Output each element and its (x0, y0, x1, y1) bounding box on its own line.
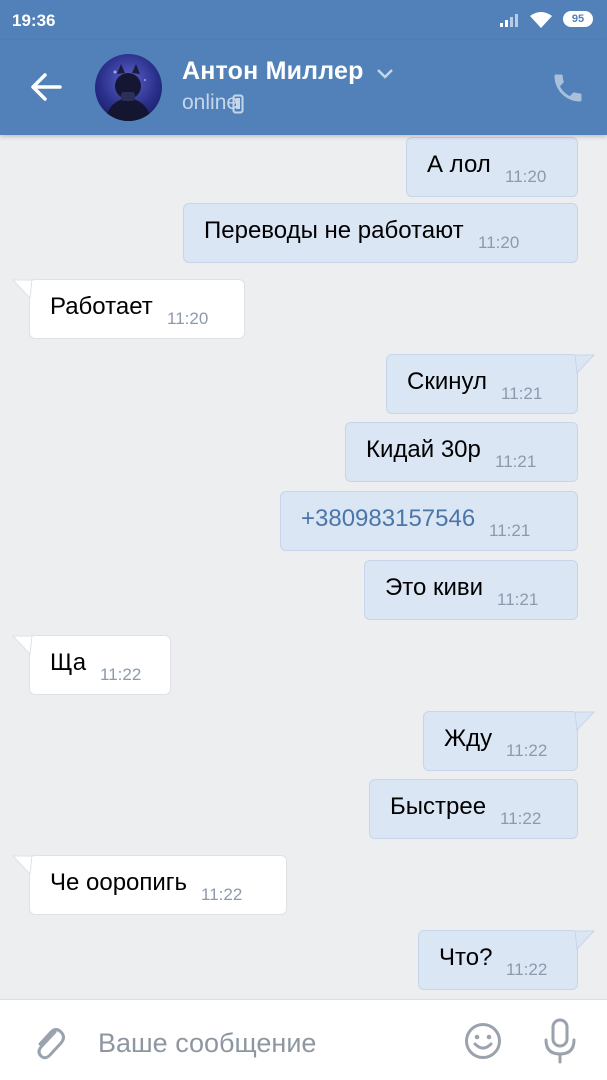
message-text: Переводы не работают (204, 217, 464, 244)
message-time: 11:20 (478, 233, 520, 252)
microphone-button[interactable] (542, 1018, 578, 1064)
message-time: 11:20 (505, 167, 547, 186)
incoming-message-bubble[interactable]: Ща 11:22 (12, 635, 171, 695)
message-phone-link[interactable]: +380983157546 (301, 505, 475, 533)
message-list[interactable]: А лол 11:20 Переводы не работают 11:20 Работ… (0, 135, 607, 999)
outgoing-message-bubble[interactable]: Что? 11:22 (418, 930, 595, 990)
outgoing-message-bubble[interactable]: Скинул 11:21 (386, 354, 595, 414)
status-bar: 19:36 95 (0, 0, 607, 40)
avatar-image (105, 64, 152, 121)
message-composer (0, 999, 607, 1080)
phone-icon (554, 74, 582, 102)
outgoing-message-bubble[interactable]: +380983157546 11:21 (280, 491, 578, 551)
message-time: 11:22 (201, 885, 243, 904)
outgoing-message-bubble[interactable]: Кидай 30р 11:21 (345, 422, 578, 482)
message-time: 11:22 (506, 960, 548, 979)
incoming-message-bubble[interactable]: Работает 11:20 (12, 279, 245, 339)
message-text: Скинул (407, 368, 487, 395)
outgoing-message-bubble[interactable]: Это киви 11:21 (364, 560, 578, 620)
battery-icon: 95 (563, 11, 593, 27)
message-time: 11:22 (500, 809, 542, 828)
message-text: Это киви (385, 574, 484, 601)
outgoing-message-bubble[interactable]: Быстрее 11:22 (369, 779, 578, 839)
message-text: Быстрее (390, 793, 487, 820)
message-text: Жду (444, 725, 493, 752)
message-time: 11:21 (489, 521, 531, 540)
avatar[interactable] (95, 54, 162, 121)
message-time: 11:21 (497, 590, 539, 609)
message-text: Что? (439, 944, 493, 971)
bubble-tail (12, 635, 32, 655)
call-button[interactable] (550, 70, 586, 106)
back-button[interactable] (26, 67, 66, 107)
wifi-icon (530, 12, 552, 28)
bubble-tail (12, 855, 32, 875)
message-text: А лол (427, 151, 491, 178)
bubble-tail (575, 930, 595, 950)
message-time: 11:21 (495, 452, 537, 471)
bubble-tail (12, 279, 32, 299)
contact-status: online (182, 91, 239, 114)
microphone-icon (544, 1018, 576, 1064)
message-text: Кидай 30р (366, 436, 481, 463)
emoji-button[interactable] (463, 1021, 503, 1061)
message-time: 11:21 (501, 384, 543, 403)
status-time: 19:36 (12, 11, 56, 30)
attach-button[interactable] (28, 1020, 68, 1064)
message-time: 11:20 (167, 309, 209, 328)
cellular-signal-icon (500, 14, 518, 27)
outgoing-message-bubble[interactable]: Жду 11:22 (423, 711, 595, 771)
outgoing-message-bubble[interactable]: А лол 11:20 (406, 137, 578, 197)
message-text: Че ооропигь (50, 869, 188, 896)
bubble-tail (575, 711, 595, 731)
message-time: 11:22 (506, 741, 548, 760)
contact-name[interactable]: Антон Миллер (182, 57, 364, 86)
arrow-left-icon (31, 73, 62, 101)
message-text: Ща (50, 649, 87, 676)
bubble-tail (575, 354, 595, 374)
chevron-down-icon[interactable] (376, 68, 394, 80)
message-input[interactable] (96, 1020, 450, 1066)
mobile-phone-icon (232, 94, 244, 114)
message-time: 11:22 (100, 665, 142, 684)
outgoing-message-bubble[interactable]: Переводы не работают 11:20 (183, 203, 578, 263)
paperclip-icon (37, 1028, 65, 1060)
chat-header: Антон Миллер online (0, 40, 607, 135)
smiley-icon (465, 1023, 501, 1059)
message-text: Работает (50, 293, 153, 320)
incoming-message-bubble[interactable]: Че ооропигь 11:22 (12, 855, 287, 915)
